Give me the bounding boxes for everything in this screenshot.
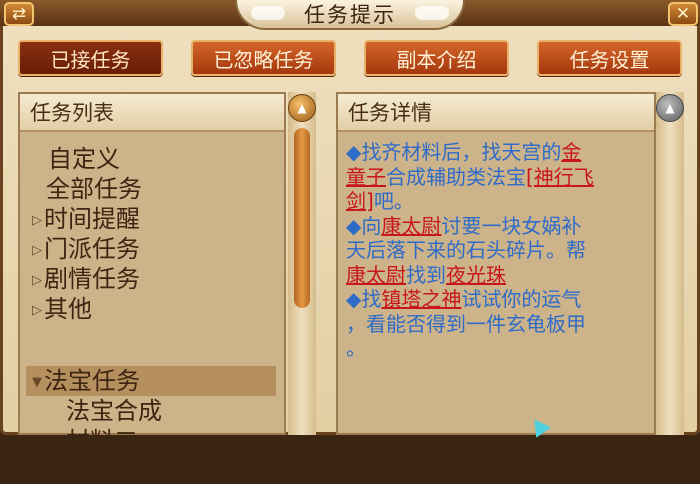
chevron-up-icon: ▲ (297, 101, 307, 115)
npc-link[interactable]: 童子 (346, 165, 386, 189)
close-button[interactable]: ✕ (668, 2, 698, 26)
detail-line: 康太尉找到夜光珠 (346, 263, 646, 288)
list-item-other[interactable]: ▷其他 (32, 294, 92, 326)
detail-line: ，看能否得到一件玄龟板甲 (346, 312, 646, 337)
npc-link[interactable]: 康太尉 (346, 263, 406, 287)
list-item-story-tasks[interactable]: ▷剧情任务 (32, 264, 140, 296)
detail-line: 童子合成辅助类法宝[神行飞 (346, 165, 646, 190)
collapse-arrow-icon: ▼ (32, 375, 42, 390)
tab-task-settings[interactable]: 任务设置 (537, 40, 682, 76)
expand-arrow-icon: ▷ (32, 303, 42, 318)
detail-text: ，看能否得到一件玄龟板甲 (346, 311, 586, 336)
detail-text: 吧。 (373, 189, 414, 213)
task-list-scrollbar[interactable]: ▲ (288, 92, 316, 435)
detail-line: 剑]吧。 (346, 189, 646, 214)
tab-accepted-tasks[interactable]: 已接任务 (18, 40, 163, 76)
detail-text: 合成辅助类法宝 (386, 164, 526, 189)
detail-line: 天后落下来的石头碎片。帮 (346, 238, 646, 263)
detail-text: ◆向 (346, 213, 382, 238)
close-icon: ✕ (675, 4, 691, 24)
npc-link[interactable]: 镇塔之神 (381, 287, 461, 311)
list-item-time-reminder[interactable]: ▷时间提醒 (32, 204, 140, 236)
swap-icon: ⇄ (11, 4, 27, 24)
task-detail-scrollbar[interactable]: ▲ (656, 92, 684, 435)
detail-text: 试试你的运气 (461, 287, 582, 311)
detail-line: ◆向康太尉讨要一块女娲补 (346, 214, 646, 239)
npc-link[interactable]: 康太尉 (381, 214, 441, 238)
task-list: 自定义 全部任务 ▷时间提醒 ▷门派任务 ▷剧情任务 ▷其他 ▼法宝任务 法宝合… (20, 134, 284, 483)
expand-arrow-icon: ▷ (32, 273, 42, 288)
cloud-ornament-right (415, 6, 449, 20)
scrollbar-thumb[interactable] (294, 128, 310, 308)
list-item-material-one[interactable]: 材料一 (66, 454, 138, 484)
detail-line: ◆找齐材料后，找天宫的金 (346, 140, 646, 165)
detail-text: 。 (346, 336, 366, 360)
detail-text: 找到 (406, 262, 446, 287)
list-item-all-tasks[interactable]: 全部任务 (46, 174, 142, 204)
npc-link[interactable]: 剑] (346, 189, 374, 213)
list-item-artifact-synthesis[interactable]: 法宝合成 (66, 396, 162, 426)
detail-text: ◆找 (346, 287, 382, 311)
list-item-artifact-tasks[interactable]: ▼法宝任务 (32, 366, 140, 398)
list-item-material-two[interactable]: 材料二 (66, 426, 138, 456)
expand-arrow-icon: ▷ (32, 243, 42, 258)
list-item-custom[interactable]: 自定义 (48, 144, 120, 174)
detail-text: ◆找齐材料后，找天宫的 (346, 140, 562, 164)
detail-text: 讨要一块女娲补 (441, 213, 582, 238)
detail-line: ◆找镇塔之神试试你的运气 (346, 287, 646, 312)
tab-bar: 已接任务 已忽略任务 副本介绍 任务设置 (18, 40, 682, 78)
npc-link[interactable]: 金 (561, 140, 581, 164)
scroll-up-button[interactable]: ▲ (288, 94, 316, 122)
task-detail-header: 任务详情 (338, 94, 654, 132)
list-item-sect-tasks[interactable]: ▷门派任务 (32, 234, 140, 266)
swap-button[interactable]: ⇄ (4, 2, 34, 26)
tab-dungeon-intro[interactable]: 副本介绍 (364, 40, 509, 76)
task-list-panel: 任务列表 自定义 全部任务 ▷时间提醒 ▷门派任务 ▷剧情任务 ▷其他 ▼法宝任… (18, 92, 286, 483)
task-detail-panel: 任务详情 ◆找齐材料后，找天宫的金 童子合成辅助类法宝[神行飞 剑]吧。 ◆向康太尉讨… (336, 92, 656, 435)
tab-ignored-tasks[interactable]: 已忽略任务 (191, 40, 336, 76)
task-detail-text: ◆找齐材料后，找天宫的金 童子合成辅助类法宝[神行飞 剑]吧。 ◆向康太尉讨要一块女娲… (346, 140, 646, 433)
window-title-plate: 任务提示 (235, 0, 465, 30)
scroll-up-button[interactable]: ▲ (656, 94, 684, 122)
window-title: 任务提示 (304, 3, 396, 27)
npc-link[interactable]: [神行飞 (526, 165, 594, 189)
expand-arrow-icon: ▷ (32, 213, 42, 228)
detail-line: 。 (346, 336, 646, 361)
task-list-header: 任务列表 (20, 94, 284, 132)
cloud-ornament-left (251, 6, 285, 20)
chevron-up-icon: ▲ (665, 101, 675, 115)
detail-text: 天后落下来的石头碎片。帮 (346, 238, 586, 262)
npc-link[interactable]: 夜光珠 (446, 263, 506, 287)
